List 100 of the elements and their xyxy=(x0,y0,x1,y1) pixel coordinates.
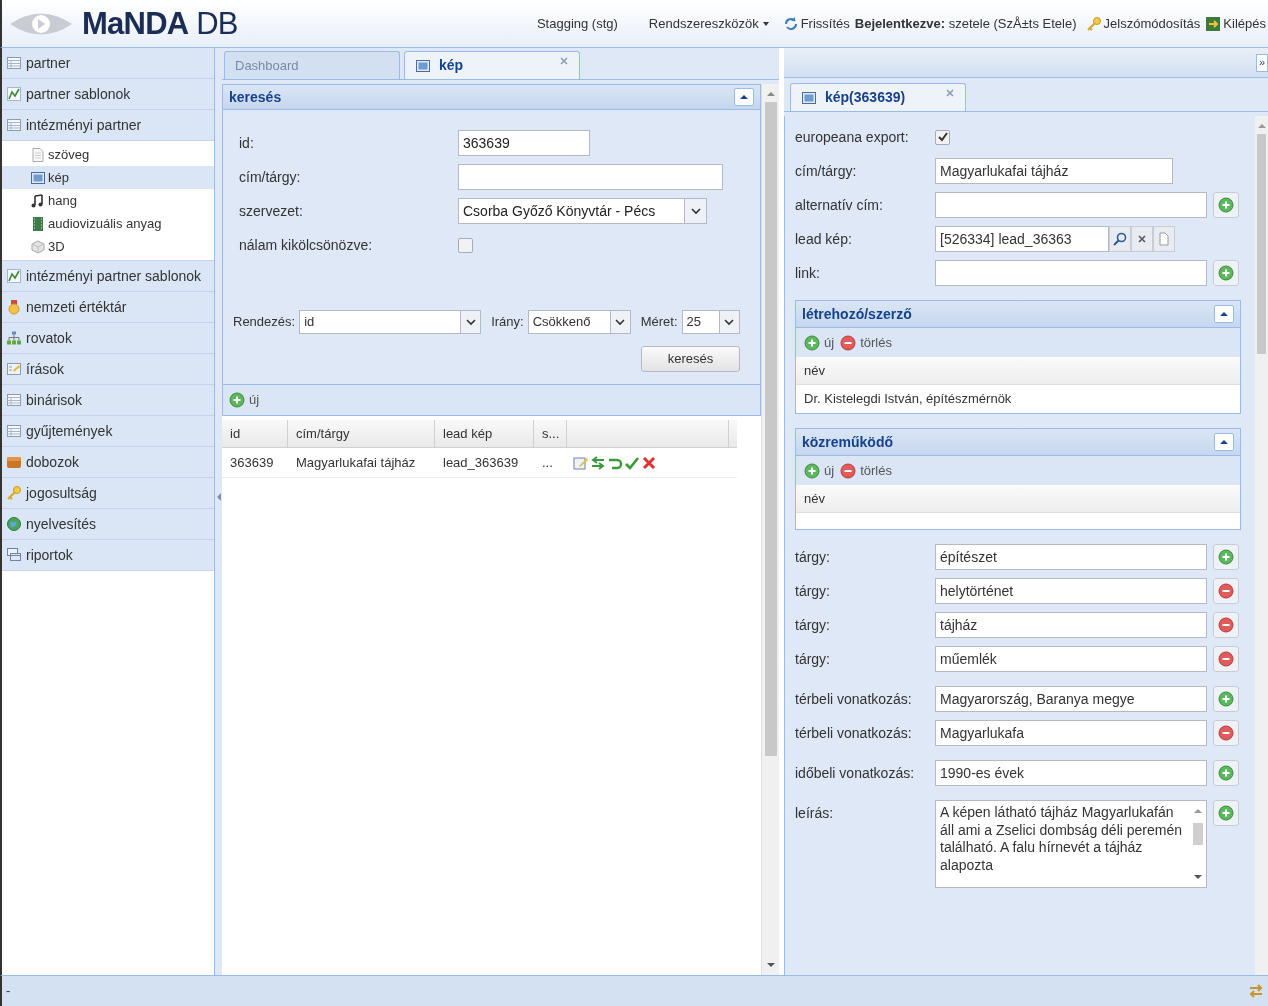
sidebar-subitem[interactable]: kép xyxy=(2,166,214,189)
scrollbar[interactable] xyxy=(761,84,779,975)
sidebar-item[interactable]: riportok xyxy=(2,540,214,571)
column-header[interactable]: név xyxy=(796,485,1240,513)
document-button[interactable] xyxy=(1153,226,1175,252)
new-button[interactable]: új xyxy=(804,460,835,481)
sidebar-item[interactable]: írások xyxy=(2,354,214,385)
expand-button[interactable]: » xyxy=(1256,53,1268,72)
input-field[interactable] xyxy=(935,260,1207,286)
checkbox[interactable] xyxy=(935,129,950,145)
id-field[interactable]: 363639 xyxy=(458,130,590,156)
add-button[interactable] xyxy=(1213,544,1239,570)
add-button[interactable] xyxy=(1213,760,1239,786)
input-field[interactable]: helytörténet xyxy=(935,578,1207,604)
sidebar-item[interactable]: rovatok xyxy=(2,323,214,354)
input-field[interactable] xyxy=(935,192,1207,218)
transfer-icon[interactable] xyxy=(590,454,606,471)
remove-button[interactable] xyxy=(1213,578,1239,604)
remove-button[interactable] xyxy=(1213,720,1239,746)
scroll-up-icon[interactable] xyxy=(766,90,775,98)
checkbox[interactable] xyxy=(458,237,473,253)
delete-icon[interactable] xyxy=(641,454,657,471)
delete-button[interactable]: törlés xyxy=(840,460,892,481)
sidebar-item[interactable]: nyelvesítés xyxy=(2,509,214,540)
collapse-button[interactable] xyxy=(1214,433,1234,451)
sidebar-item[interactable]: intézményi partner xyxy=(2,110,214,141)
box-icon xyxy=(6,454,22,470)
input-field[interactable]: Magyarország, Baranya megye xyxy=(935,686,1207,712)
new-button[interactable]: új xyxy=(804,332,835,353)
change-password-button[interactable]: Jelszómódosítás xyxy=(1085,13,1201,34)
document-icon xyxy=(30,146,46,163)
chart-icon xyxy=(6,268,22,284)
sidebar-item[interactable]: partner sablonok xyxy=(2,79,214,110)
tools-menu[interactable]: Rendszereszközök xyxy=(648,13,770,34)
medal-icon xyxy=(6,299,22,315)
input-field[interactable]: építészet xyxy=(935,544,1207,570)
add-button[interactable] xyxy=(1213,260,1239,286)
add-button[interactable] xyxy=(1213,686,1239,712)
sidebar-item[interactable]: nemzeti értéktár xyxy=(2,292,214,323)
scroll-up-icon[interactable] xyxy=(1257,122,1266,130)
scroll-thumb[interactable] xyxy=(764,102,777,756)
swap-icon[interactable] xyxy=(1248,983,1264,999)
column-header[interactable]: lead kép xyxy=(435,420,534,447)
scrollbar[interactable] xyxy=(1255,116,1268,975)
input-field[interactable]: Magyarlukafa xyxy=(935,720,1207,746)
caret-up-icon xyxy=(739,92,749,102)
image-icon xyxy=(415,57,431,74)
sidebar-item[interactable]: gyűjtemények xyxy=(2,416,214,447)
column-header[interactable]: s... xyxy=(534,420,567,447)
page-size-dropdown[interactable]: 25 xyxy=(681,310,740,334)
description-field[interactable]: A képen látható tájház Magyarlukafán áll ami a Zselici dombság déli peremén található. A falu hírnevét a tájház alapozta xyxy=(935,800,1207,888)
close-icon[interactable] xyxy=(559,56,569,66)
clear-button[interactable] xyxy=(1131,226,1153,252)
direction-dropdown[interactable]: Csökkenő xyxy=(527,310,631,334)
add-button[interactable] xyxy=(1213,192,1239,218)
field-label: cím/tárgy: xyxy=(239,167,302,187)
input-field[interactable]: Magyarlukafai tájház xyxy=(935,158,1173,184)
scroll-thumb[interactable] xyxy=(1257,134,1266,354)
tab[interactable]: kép xyxy=(404,51,580,79)
sidebar-item[interactable]: jogosultság xyxy=(2,478,214,509)
remove-button[interactable] xyxy=(1213,646,1239,672)
input-field[interactable]: tájház xyxy=(935,612,1207,638)
login-info: Bejelentkezve: szetele (SzÅ±ts Etele) xyxy=(854,14,1077,33)
collapse-button[interactable] xyxy=(1214,305,1234,323)
new-button[interactable]: új xyxy=(229,390,260,410)
remove-button[interactable] xyxy=(1213,612,1239,638)
caret-up-icon xyxy=(1219,309,1229,319)
remove-icon xyxy=(840,334,857,351)
table-cell-text: 363639 xyxy=(229,453,275,472)
input-field[interactable]: 1990-es évek xyxy=(935,760,1207,786)
search-icon xyxy=(1113,232,1127,246)
tab[interactable]: kép(363639) xyxy=(790,83,966,111)
delete-button[interactable]: törlés xyxy=(840,332,892,353)
scroll-down-icon[interactable] xyxy=(766,961,775,969)
column-header[interactable]: id xyxy=(222,420,288,447)
sidebar-item[interactable]: intézményi partner sablonok xyxy=(2,261,214,292)
field-label: tárgy: xyxy=(795,650,831,668)
title-field[interactable] xyxy=(458,164,723,190)
column-header[interactable]: név xyxy=(796,357,1240,385)
close-icon[interactable] xyxy=(945,88,955,98)
edit-icon[interactable] xyxy=(573,454,589,471)
sidebar-item[interactable]: binárisok xyxy=(2,385,214,416)
field-label: alternatív cím: xyxy=(795,196,884,214)
remove-icon xyxy=(840,462,857,479)
logout-button[interactable]: Kilépés xyxy=(1205,13,1266,34)
add-button[interactable] xyxy=(1213,800,1239,826)
collapse-button[interactable] xyxy=(734,88,754,106)
organization-dropdown[interactable]: Csorba Győző Könyvtár - Pécs xyxy=(458,198,707,224)
column-header[interactable]: cím/tárgy xyxy=(288,420,435,447)
lead-image-field[interactable]: [526334] lead_36363 xyxy=(935,226,1109,252)
field-label: térbeli vonatkozás: xyxy=(795,724,913,742)
search-button[interactable] xyxy=(1109,226,1131,252)
refresh-button[interactable]: Frissítés xyxy=(782,13,850,34)
sidebar-item[interactable]: partner xyxy=(2,48,214,79)
sort-dropdown[interactable]: id xyxy=(299,310,482,334)
input-field[interactable]: műemlék xyxy=(935,646,1207,672)
sidebar-item[interactable]: dobozok xyxy=(2,447,214,478)
field-label: tárgy: xyxy=(795,582,831,600)
notes-icon xyxy=(6,361,22,377)
search-button[interactable]: keresés xyxy=(641,346,740,372)
